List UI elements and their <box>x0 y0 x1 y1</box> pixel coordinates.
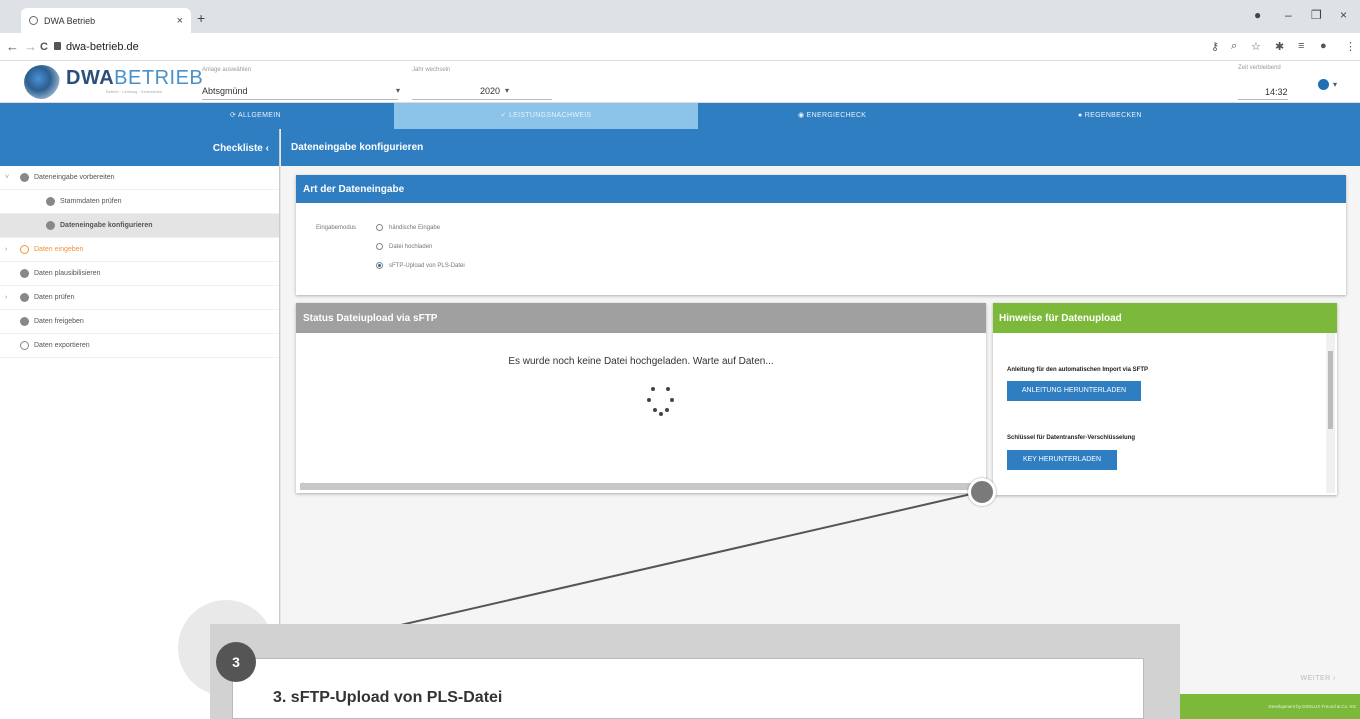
browser-tab[interactable]: DWA Betrieb × <box>21 8 191 33</box>
chevron-down-icon[interactable]: ˅ <box>5 174 9 181</box>
star-icon[interactable]: ☆ <box>1251 40 1261 53</box>
tab-title: DWA Betrieb <box>44 15 96 26</box>
sidebar-header: Checkliste ‹ <box>0 129 279 166</box>
forward-icon[interactable]: → <box>24 39 37 54</box>
radio-icon[interactable] <box>376 243 383 250</box>
tab-energiecheck[interactable]: ◉ ENERGIECHECK <box>798 103 866 129</box>
anleitung-label: Anleitung für den automatischen Import v… <box>1007 367 1149 373</box>
lock-icon <box>54 42 61 50</box>
drop-icon: ● <box>1078 112 1085 119</box>
favicon-icon <box>29 16 38 25</box>
weiter-button[interactable]: WEITER › <box>1280 668 1340 690</box>
card-title: Hinweise für Datenupload <box>993 303 1337 333</box>
status-icon <box>20 173 29 182</box>
card-title: Art der Dateneingabe <box>296 175 1346 203</box>
logo: DWABETRIEB <box>66 67 204 89</box>
key-icon[interactable]: ⚷ <box>1211 40 1219 53</box>
sidebar-item-dateneingabe-vorbereiten[interactable]: ˅ Dateneingabe vorbereiten <box>0 166 279 190</box>
sidebar-item-daten-plausibilisieren[interactable]: Daten plausibilisieren <box>0 262 279 286</box>
url-field[interactable]: dwa-betrieb.de <box>66 41 139 53</box>
maximize-icon[interactable]: ❐ <box>1311 8 1322 22</box>
art-der-dateneingabe-card: Art der Dateneingabe Eingabemodus händis… <box>296 175 1346 295</box>
main-navigation: ⟳ ALLGEMEIN ✓ LEISTUNGSNACHWEIS ◉ ENERGI… <box>0 103 1360 129</box>
close-tab-icon[interactable]: × <box>177 15 183 27</box>
status-icon <box>20 293 29 302</box>
sidebar-item-dateneingabe-konfigurieren[interactable]: Dateneingabe konfigurieren <box>0 214 279 238</box>
status-icon <box>46 197 55 206</box>
card-title: Status Dateiupload via sFTP <box>296 303 986 333</box>
chevron-right-icon[interactable]: › <box>5 246 7 253</box>
zeit-value: 14:32 <box>1265 87 1288 97</box>
status-icon <box>20 245 29 254</box>
sidebar-item-daten-exportieren[interactable]: Daten exportieren <box>0 334 279 358</box>
tab-allgemein[interactable]: ⟳ ALLGEMEIN <box>230 103 281 129</box>
callout-box: 3. sFTP-Upload von PLS-Datei <box>232 658 1144 719</box>
browser-tab-bar: DWA Betrieb × + ● – ❐ × <box>0 0 1360 33</box>
anlage-select[interactable]: Abtsgmünd <box>202 86 248 96</box>
jahr-label: Jahr wechseln <box>412 67 451 73</box>
chevron-down-icon[interactable]: ▾ <box>505 86 509 95</box>
status-icon <box>20 341 29 350</box>
close-window-icon[interactable]: × <box>1340 8 1347 22</box>
chevron-down-icon[interactable]: ▾ <box>1333 80 1337 89</box>
app-header: DWABETRIEB Betrieb · Leistung · Kennzahl… <box>0 61 1360 103</box>
radio-haendische-eingabe[interactable]: händische Eingabe <box>376 224 440 231</box>
vertical-scrollbar[interactable] <box>1326 333 1335 493</box>
key-download-button[interactable]: KEY HERUNTERLADEN <box>1007 450 1117 470</box>
chevron-down-icon[interactable]: ▾ <box>396 86 400 95</box>
sidebar-item-stammdaten[interactable]: Stammdaten prüfen <box>0 190 279 214</box>
anleitung-download-button[interactable]: ANLEITUNG HERUNTERLADEN <box>1007 381 1141 401</box>
footer-credit: Development by DIGILUX Freund & Co. KG <box>1180 694 1360 719</box>
reading-list-icon[interactable]: ≡ <box>1298 40 1304 52</box>
extensions-icon[interactable]: ✱ <box>1275 40 1284 53</box>
scrollbar-thumb[interactable] <box>1328 351 1333 429</box>
chevron-right-icon[interactable]: › <box>5 294 7 301</box>
radio-selected-icon[interactable] <box>376 262 383 269</box>
check-circle-icon <box>20 317 29 326</box>
key-label: Schlüssel für Datentransfer-Verschlüssel… <box>1007 435 1136 441</box>
radio-sftp-upload[interactable]: sFTP-Upload von PLS-Datei <box>376 262 465 269</box>
tab-leistungsnachweis[interactable]: ✓ LEISTUNGSNACHWEIS <box>394 103 698 129</box>
back-icon[interactable]: ← <box>6 39 19 54</box>
horizontal-scrollbar[interactable] <box>300 483 980 490</box>
reload-icon[interactable]: C <box>40 41 48 53</box>
sidebar-item-daten-eingeben[interactable]: › Daten eingeben <box>0 238 279 262</box>
check-icon: ✓ <box>500 112 509 119</box>
tab-regenbecken[interactable]: ● REGENBECKEN <box>1078 103 1142 129</box>
user-menu-icon[interactable] <box>1318 79 1329 90</box>
callout-anchor-dot <box>968 478 996 506</box>
logo-icon <box>24 65 60 99</box>
callout-number-badge: 3 <box>216 642 256 682</box>
jahr-select[interactable]: 2020 <box>480 86 500 96</box>
new-tab-icon[interactable]: + <box>197 10 205 26</box>
status-message: Es wurde noch keine Datei hochgeladen. W… <box>508 356 774 367</box>
flash-icon: ◉ <box>798 112 807 119</box>
sidebar-item-daten-pruefen[interactable]: › Daten prüfen <box>0 286 279 310</box>
anlage-label: Anlage auswählen <box>202 67 252 73</box>
sidebar-item-daten-freigeben[interactable]: Daten freigeben <box>0 310 279 334</box>
status-icon <box>46 221 55 230</box>
menu-icon[interactable]: ⋮ <box>1345 40 1356 53</box>
address-bar: ← → C dwa-betrieb.de ⚷ ⌕ ☆ ✱ ≡ ● ⋮ <box>0 33 1360 61</box>
eingabemodus-label: Eingabemodus <box>316 225 357 231</box>
zoom-icon[interactable]: ⌕ <box>1231 40 1237 53</box>
status-card: Status Dateiupload via sFTP Es wurde noc… <box>296 303 986 493</box>
account-icon[interactable]: ● <box>1320 40 1327 52</box>
logo-tagline: Betrieb · Leistung · Kennzahlen <box>106 89 163 94</box>
profile-dot-icon[interactable]: ● <box>1254 8 1261 22</box>
hinweise-card: Hinweise für Datenupload Anleitung für d… <box>993 303 1337 495</box>
radio-datei-hochladen[interactable]: Datei hochladen <box>376 243 432 250</box>
radio-icon[interactable] <box>376 224 383 231</box>
minimize-icon[interactable]: – <box>1285 8 1292 22</box>
refresh-icon: ⟳ <box>230 112 239 119</box>
callout-title: 3. sFTP-Upload von PLS-Datei <box>273 689 503 706</box>
status-icon <box>20 269 29 278</box>
chevron-left-icon[interactable]: ‹ <box>266 143 269 154</box>
zeit-label: Zeit verbleibend <box>1238 65 1281 71</box>
page-title: Dateneingabe konfigurieren <box>281 129 1360 166</box>
